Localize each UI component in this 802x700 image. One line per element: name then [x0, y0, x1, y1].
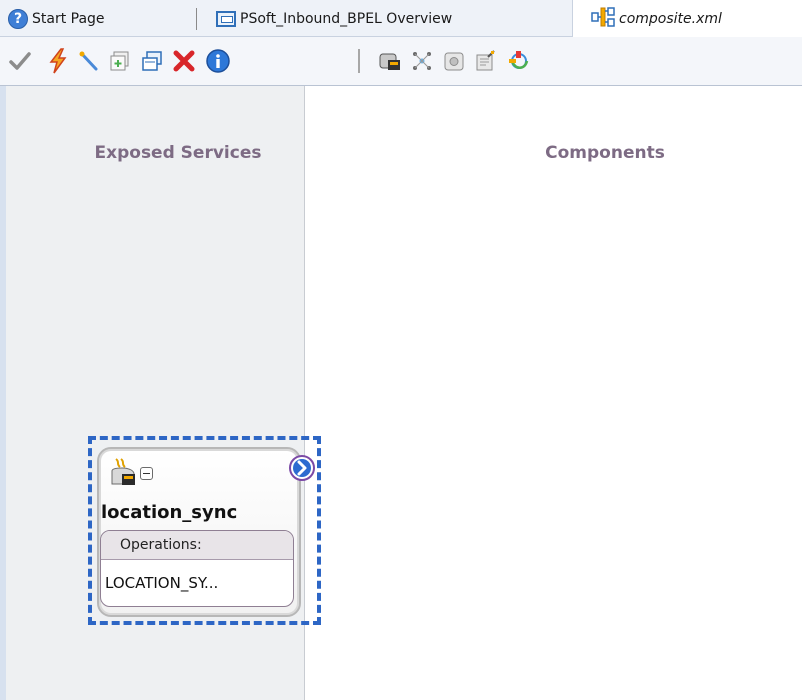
tab-composite-xml[interactable]: composite.xml [572, 0, 802, 38]
deploy-icon[interactable] [504, 47, 532, 75]
database-icon[interactable] [440, 47, 468, 75]
operation-item[interactable]: LOCATION_SY... [101, 560, 293, 592]
delete-x-icon[interactable] [170, 47, 198, 75]
validate-check-icon[interactable] [6, 47, 34, 75]
composite-icon [591, 6, 615, 32]
add-page-icon[interactable] [106, 47, 134, 75]
chevron-right-icon[interactable] [288, 454, 316, 482]
tab-label: PSoft_Inbound_BPEL Overview [240, 10, 453, 27]
tab-bpel-overview[interactable]: PSoft_Inbound_BPEL Overview [196, 0, 572, 37]
document-edit-icon[interactable] [472, 47, 500, 75]
adapter-service-icon [110, 457, 138, 487]
editor-tab-bar: ? Start Page PSoft_Inbound_BPEL Overview… [0, 0, 802, 38]
operations-box: Operations: LOCATION_SY... [100, 530, 294, 607]
tab-start-page[interactable]: ? Start Page [0, 0, 190, 37]
tab-label: Start Page [32, 10, 105, 27]
components-heading: Components [545, 143, 665, 163]
copy-page-icon[interactable] [138, 47, 166, 75]
toolbar-separator [358, 49, 360, 73]
collapse-button[interactable] [140, 467, 153, 480]
exposed-services-heading: Exposed Services [94, 143, 262, 163]
service-name: location_sync [101, 502, 238, 523]
wire-pen-icon[interactable] [76, 47, 104, 75]
tab-label: composite.xml [619, 11, 722, 27]
operations-header: Operations: [101, 531, 293, 560]
composite-toolbar [0, 37, 802, 86]
adapter-icon[interactable] [376, 47, 404, 75]
info-icon[interactable] [204, 47, 232, 75]
lightning-icon[interactable] [44, 47, 72, 75]
overview-icon [216, 10, 236, 27]
left-edge-strip [0, 86, 6, 700]
help-icon: ? [8, 8, 28, 29]
mediator-icon[interactable] [408, 47, 436, 75]
components-lane [305, 86, 802, 700]
